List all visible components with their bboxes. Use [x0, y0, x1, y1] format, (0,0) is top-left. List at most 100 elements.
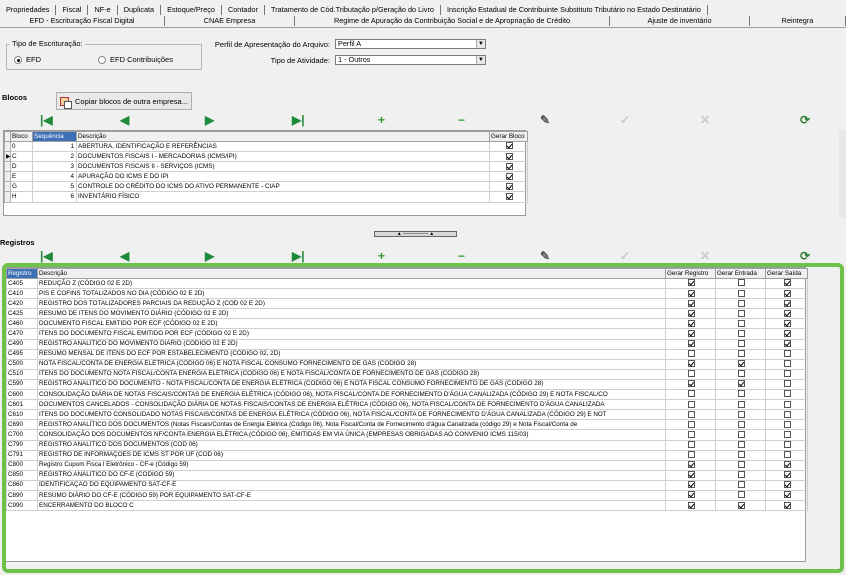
- gerar-saida-checkbox[interactable]: [783, 481, 791, 489]
- prior-icon[interactable]: ◀: [120, 249, 129, 263]
- col-header-sequencia[interactable]: Sequência: [32, 131, 77, 142]
- col-header-registro[interactable]: Registro: [6, 268, 38, 279]
- col-header-gerar-registro[interactable]: Gerar Registro: [665, 268, 716, 279]
- gerar-entrada-checkbox[interactable]: [737, 491, 745, 499]
- gerar-bloco-checkbox[interactable]: [505, 192, 513, 200]
- refresh-icon[interactable]: ⟳: [800, 249, 810, 263]
- gerar-saida-checkbox[interactable]: [783, 319, 791, 327]
- gerar-registro-checkbox[interactable]: [687, 420, 695, 428]
- cancel-icon[interactable]: ✕: [700, 249, 710, 263]
- registro-row[interactable]: C420 REGISTRO DOS TOTALIZADORES PARCIAIS …: [6, 298, 808, 310]
- refresh-icon[interactable]: ⟳: [800, 113, 810, 127]
- col-header-gerar-entrada[interactable]: Gerar Entrada: [715, 268, 766, 279]
- gerar-saida-checkbox[interactable]: [783, 461, 791, 469]
- col-header-bloco[interactable]: Bloco: [10, 131, 33, 142]
- gerar-entrada-checkbox[interactable]: [737, 451, 745, 459]
- registro-row[interactable]: C470 ITENS DO DOCUMENTO FISCAL EMITIDO PO…: [6, 328, 808, 340]
- gerar-saida-checkbox[interactable]: [783, 279, 791, 287]
- gerar-registro-checkbox[interactable]: [687, 289, 695, 297]
- registro-row[interactable]: C800 Registro Cupom Fisca l Eletrônico - …: [6, 459, 808, 471]
- gerar-registro-checkbox[interactable]: [687, 319, 695, 327]
- tab-fiscal[interactable]: Fiscal: [56, 4, 89, 15]
- radio-efd-contribuicoes-dot[interactable]: [98, 55, 106, 64]
- registro-row[interactable]: C990 ENCERRAMENTO DO BLOCO C: [6, 500, 808, 512]
- insert-icon[interactable]: +: [378, 249, 385, 263]
- delete-icon[interactable]: −: [458, 249, 465, 263]
- tab-contador[interactable]: Contador: [222, 4, 266, 15]
- gerar-bloco-checkbox[interactable]: [505, 142, 513, 150]
- registro-row[interactable]: C500 NOTA FISCAL/CONTA DE ENERGIA ELÉTRIC…: [6, 358, 808, 370]
- perfil-select[interactable]: Perfil A ▼: [335, 39, 486, 49]
- registro-row[interactable]: C690 REGISTRO ANALÍTICO DOS DOCUMENTOS (N…: [6, 419, 808, 431]
- gerar-bloco-checkbox[interactable]: [505, 182, 513, 190]
- tab-cnae-empresa[interactable]: CNAE Empresa: [165, 15, 295, 26]
- gerar-entrada-checkbox[interactable]: [737, 481, 745, 489]
- gerar-registro-checkbox[interactable]: [687, 360, 695, 368]
- registro-row[interactable]: C495 RESUMO MENSAL DE ITENS DO ECF POR ES…: [6, 348, 808, 360]
- gerar-registro-checkbox[interactable]: [687, 481, 695, 489]
- gerar-bloco-checkbox[interactable]: [505, 152, 513, 160]
- registro-row[interactable]: C590 REGISTRO ANALÍTICO DO DOCUMENTO - NO…: [6, 378, 808, 391]
- gerar-registro-checkbox[interactable]: [687, 390, 695, 398]
- gerar-registro-checkbox[interactable]: [687, 299, 695, 307]
- gerar-saida-checkbox[interactable]: [783, 340, 791, 348]
- gerar-registro-checkbox[interactable]: [687, 491, 695, 499]
- gerar-entrada-checkbox[interactable]: [737, 400, 745, 408]
- chevron-down-icon[interactable]: ▼: [476, 40, 485, 48]
- col-header-descricao[interactable]: Descrição: [37, 268, 666, 279]
- bloco-row[interactable]: G 5 CONTROLE DO CRÉDITO DO ICMS DO ATIVO P…: [4, 181, 528, 193]
- registro-row[interactable]: C510 ITENS DO DOCUMENTO NOTA FISCAL/CONTA…: [6, 368, 808, 380]
- registro-row[interactable]: C791 REGISTRO DE INFORMAÇÕES DE ICMS ST P…: [6, 449, 808, 461]
- bloco-row[interactable]: H 6 INVENTÁRIO FÍSICO: [4, 191, 528, 203]
- radio-efd-dot[interactable]: [14, 55, 22, 64]
- blocos-scrollbar[interactable]: [839, 130, 846, 218]
- gerar-registro-checkbox[interactable]: [687, 279, 695, 287]
- post-icon[interactable]: ✓: [620, 113, 630, 127]
- gerar-saida-checkbox[interactable]: [783, 471, 791, 479]
- first-icon[interactable]: |◀: [40, 113, 53, 127]
- gerar-saida-checkbox[interactable]: [783, 451, 791, 459]
- bloco-row[interactable]: E 4 APURAÇÃO DO ICMS E DO IPI: [4, 171, 528, 183]
- next-icon[interactable]: ▶: [205, 249, 214, 263]
- bloco-row[interactable]: ▶ C 2 DOCUMENTOS FISCAIS I - MERCADORIAS (I…: [4, 151, 528, 163]
- gerar-saida-checkbox[interactable]: [783, 420, 791, 428]
- gerar-saida-checkbox[interactable]: [783, 380, 791, 388]
- gerar-saida-checkbox[interactable]: [783, 400, 791, 408]
- registro-row[interactable]: C610 ITENS DO DOCUMENTO CONSOLIDADO NOTAS…: [6, 409, 808, 421]
- bloco-row[interactable]: 0 1 ABERTURA, IDENTIFICAÇÃO E REFERÊNCIAS: [4, 140, 528, 153]
- post-icon[interactable]: ✓: [620, 249, 630, 263]
- gerar-saida-checkbox[interactable]: [783, 299, 791, 307]
- gerar-entrada-checkbox[interactable]: [737, 299, 745, 307]
- gerar-entrada-checkbox[interactable]: [737, 420, 745, 428]
- registro-row[interactable]: C425 RESUMO DE ITENS DO MOVIMENTO DIÁRIO …: [6, 308, 808, 320]
- gerar-registro-checkbox[interactable]: [687, 309, 695, 317]
- registro-row[interactable]: C490 REGISTRO ANALÍTICO DO MOVIMENTO DIÁR…: [6, 338, 808, 350]
- gerar-entrada-checkbox[interactable]: [737, 441, 745, 448]
- registro-row[interactable]: C850 REGISTRO ANALÍTICO DO CF-E (CODIGO 5…: [6, 469, 808, 481]
- radio-efd-contribuicoes[interactable]: EFD Contribuições: [98, 55, 173, 64]
- gerar-saida-checkbox[interactable]: [783, 491, 791, 499]
- edit-icon[interactable]: ✎: [540, 113, 550, 127]
- gerar-saida-checkbox[interactable]: [783, 309, 791, 317]
- blocos-grid[interactable]: Bloco Sequência Descrição Gerar Bloco 0 1 ABE…: [3, 130, 528, 216]
- gerar-entrada-checkbox[interactable]: [737, 501, 745, 509]
- gerar-entrada-checkbox[interactable]: [737, 370, 745, 378]
- registro-row[interactable]: C460 DOCUMENTO FISCAL EMITIDO POR ECF (CÓ…: [6, 318, 808, 330]
- gerar-registro-checkbox[interactable]: [687, 400, 695, 408]
- atividade-select[interactable]: 1 - Outros ▼: [335, 55, 486, 65]
- gerar-entrada-checkbox[interactable]: [737, 471, 745, 479]
- splitter-handle[interactable]: ▲ ─────── ▲: [374, 231, 457, 237]
- tab-propriedades[interactable]: Propriedades: [0, 4, 57, 15]
- gerar-registro-checkbox[interactable]: [687, 451, 695, 459]
- gerar-saida-checkbox[interactable]: [783, 289, 791, 297]
- gerar-entrada-checkbox[interactable]: [737, 410, 745, 418]
- gerar-entrada-checkbox[interactable]: [737, 340, 745, 348]
- gerar-bloco-checkbox[interactable]: [505, 162, 513, 170]
- gerar-saida-checkbox[interactable]: [783, 410, 791, 418]
- tab-reintegra[interactable]: Reintegra: [750, 15, 846, 26]
- gerar-entrada-checkbox[interactable]: [737, 309, 745, 317]
- edit-icon[interactable]: ✎: [540, 249, 550, 263]
- gerar-entrada-checkbox[interactable]: [737, 279, 745, 287]
- gerar-entrada-checkbox[interactable]: [737, 319, 745, 327]
- insert-icon[interactable]: +: [378, 113, 385, 127]
